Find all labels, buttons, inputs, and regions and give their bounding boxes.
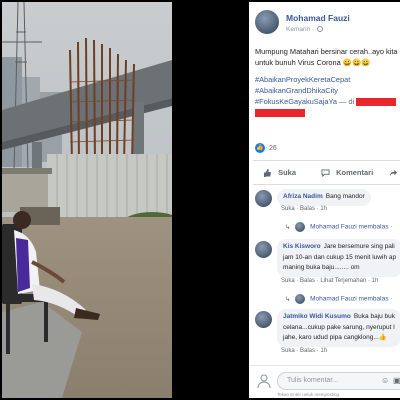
post-text-line-2-row: untuk bunuh Virus Corona 😀😀😀 [255,57,400,68]
construction-site-photo [2,2,172,398]
comment-meta[interactable]: Suka · Balas · 1h [281,348,327,354]
comment-text-line-3: jahe, karo udud pipa cangklong... [283,334,379,341]
hashtag-2[interactable]: #AbaikanGrandDhikaCity [255,85,400,96]
comment-text-line-1: Jare bersemure sing pali [323,243,395,250]
comment-text: Bang mandor [325,193,365,200]
reply-arrow-icon: ↳ [285,295,291,303]
post-actions: Suka Komentari [249,164,400,184]
comment-icon [321,169,330,178]
comment-bubble: Afriza Nadim Bang mandor [277,189,371,206]
comment-label: Komentari [336,168,374,177]
post-text: Mumpung Matahari bersinar cerah..ayo kit… [255,46,400,118]
share-button[interactable] [389,168,400,177]
comment-meta[interactable]: Suka · Balas · 1h [281,206,327,212]
camera-icon[interactable]: ▣ [393,376,400,385]
enter-hint: Tekan Enter untuk memposting. [277,392,341,397]
post-author[interactable]: Mohamad Fauzi [286,13,350,23]
comment-bubble: Kis Kisworo Jare bersemure sing pali jam … [277,239,400,277]
reply-avatar [295,222,306,232]
user-silhouette-icon [257,374,271,388]
reply-label: Mohamad Fauzi membalas · [310,295,393,303]
hashtag-3[interactable]: #FokusKeGayakuSajaYa [255,97,337,106]
post-text-line-2: untuk bunuh Virus Corona [255,58,341,67]
commenter-avatar[interactable] [255,311,272,328]
author-avatar[interactable] [255,10,279,34]
commenter-name[interactable]: Afriza Nadim [283,193,323,200]
comment-bubble: Jatmiko Widi Kusumo Buka baju buk celana.… [277,309,400,347]
emoji-grin: 😀😀😀 [342,58,371,67]
like-button[interactable]: Suka [263,168,297,178]
reply-summary[interactable]: ↳ Mohamad Fauzi membalas · [285,222,392,232]
post-time-label[interactable]: Kemarin [286,26,310,33]
reaction-summary[interactable]: 👍 26 [255,143,277,153]
redacted-row [255,107,400,118]
commenter-name[interactable]: Kis Kisworo [283,243,321,250]
comments-list: Afriza Nadim Bang mandor Suka · Balas · 1… [249,185,400,365]
comment-text-line-3: maning buka baju........ om [283,264,360,271]
comment-meta[interactable]: Suka · Balas · Lihat Terjemahan · 1h [281,278,378,284]
reply-arrow-icon: ↳ [285,223,291,231]
facebook-post-panel: Mohamad Fauzi Kemarin · Mumpung Matahari… [249,2,400,398]
globe-icon [317,26,323,33]
commenter-avatar[interactable] [255,190,272,207]
comment-text-line-2: celana...cukup pake sarung, nyeruput l [283,323,395,331]
divider [253,160,400,161]
emoji-icon[interactable]: ☺ [381,376,389,385]
post-header: Mohamad Fauzi Kemarin · [255,10,400,40]
redacted-location [356,98,397,107]
comment-text-line-1: Buka baju buk [353,313,396,320]
reply-label: Mohamad Fauzi membalas · [310,223,393,231]
commenter-avatar[interactable] [255,241,272,258]
post-time[interactable]: Kemarin · [286,26,323,33]
redacted-tag [255,109,305,118]
like-label: Suka [278,168,297,177]
commenter-name[interactable]: Jatmiko Widi Kusumo [283,313,351,320]
location-prefix: — di [339,97,355,106]
comment-button[interactable]: Komentari [321,168,374,178]
like-reaction-icon: 👍 [255,143,265,153]
comment-composer: Tulis komentar... ☺ ▣ Tekan Enter untuk … [249,365,400,398]
hashtag-3-row: #FokusKeGayakuSajaYa — di [255,96,400,107]
thumbs-up-emoji: 👍 [378,334,387,341]
reply-avatar [295,294,306,304]
hashtag-1[interactable]: #AbaikanProyekKeretaCepat [255,74,400,85]
thumbs-up-icon [263,169,272,178]
reply-summary[interactable]: ↳ Mohamad Fauzi membalas · [285,294,392,304]
post-photo[interactable] [2,2,172,398]
post-text-line-1: Mumpung Matahari bersinar cerah..ayo kit… [255,47,398,56]
share-icon [389,169,398,177]
reaction-count: 26 [268,144,277,152]
comment-text-line-2: jam 10-an dan cukup 15 menit luwih ap [283,253,397,261]
